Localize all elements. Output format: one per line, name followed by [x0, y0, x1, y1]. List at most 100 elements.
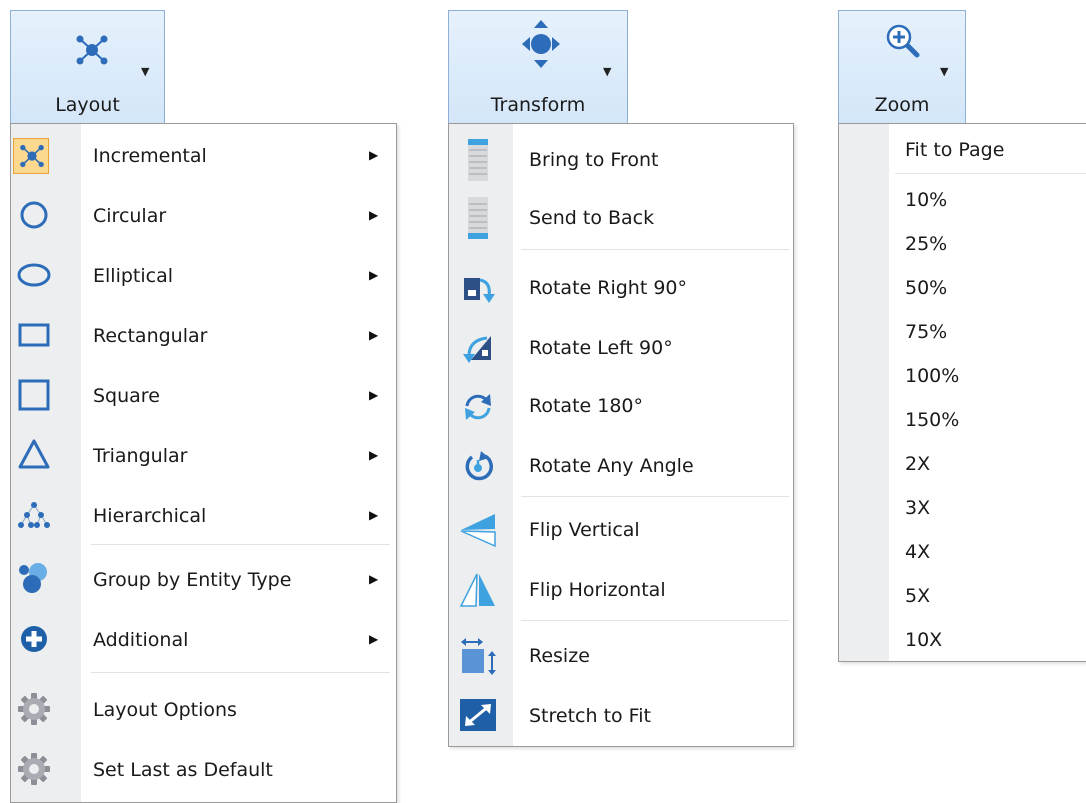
zoom-item-75-percent[interactable]: 75%	[839, 314, 1086, 354]
submenu-arrow-icon: ▶	[369, 268, 379, 282]
menu-item-resize[interactable]: Resize	[449, 634, 793, 678]
menu-item-square[interactable]: Square ▶	[11, 376, 396, 416]
menu-item-label: Flip Horizontal	[529, 579, 666, 601]
menu-item-rectangular[interactable]: Rectangular ▶	[11, 316, 396, 356]
rectangle-icon	[18, 323, 50, 347]
menu-item-label: Elliptical	[93, 265, 173, 287]
flip-horizontal-icon	[459, 573, 495, 607]
menu-separator	[895, 173, 1086, 174]
flip-vertical-icon	[460, 514, 496, 548]
submenu-arrow-icon: ▶	[369, 632, 379, 646]
menu-item-incremental[interactable]: Incremental ▶	[11, 136, 396, 176]
square-icon	[18, 379, 50, 411]
incremental-layout-icon	[20, 144, 44, 168]
menu-separator	[521, 249, 789, 250]
menu-item-layout-options[interactable]: Layout Options	[11, 690, 396, 730]
menu-separator	[91, 544, 390, 545]
group-icon	[19, 563, 47, 593]
plus-circle-icon	[21, 626, 47, 652]
menu-item-label: 2X	[905, 453, 931, 475]
menu-item-label: Resize	[529, 645, 590, 667]
menu-item-hierarchical[interactable]: Hierarchical ▶	[11, 496, 396, 536]
zoom-item-fit-to-page[interactable]: Fit to Page	[839, 130, 1086, 170]
menu-item-label: 10%	[905, 189, 948, 211]
dropdown-arrow-icon: ▼	[940, 65, 949, 78]
menu-item-send-to-back[interactable]: Send to Back	[449, 196, 793, 240]
zoom-item-10x[interactable]: 10X	[839, 622, 1086, 662]
zoom-item-5x[interactable]: 5X	[839, 578, 1086, 618]
layout-network-icon	[76, 35, 108, 65]
zoom-item-150-percent[interactable]: 150%	[839, 402, 1086, 442]
menu-item-triangular[interactable]: Triangular ▶	[11, 436, 396, 476]
menu-item-label: Incremental	[93, 145, 207, 167]
zoom-item-100-percent[interactable]: 100%	[839, 358, 1086, 398]
submenu-arrow-icon: ▶	[369, 328, 379, 342]
menu-item-label: Circular	[93, 205, 167, 227]
rotate-left-icon	[463, 336, 491, 363]
zoom-item-50-percent[interactable]: 50%	[839, 270, 1086, 310]
rotate-180-icon	[465, 394, 491, 420]
menu-item-label: 100%	[905, 365, 960, 387]
menu-item-stretch-to-fit[interactable]: Stretch to Fit	[449, 694, 793, 738]
layout-tab-button[interactable]: ▼ Layout	[10, 10, 165, 124]
menu-separator	[91, 672, 390, 673]
submenu-arrow-icon: ▶	[369, 148, 379, 162]
ellipse-icon	[17, 263, 51, 287]
menu-item-label: Hierarchical	[93, 505, 207, 527]
menu-item-rotate-left-90[interactable]: Rotate Left 90°	[449, 326, 793, 370]
menu-item-label: 10X	[905, 629, 943, 651]
menu-item-flip-vertical[interactable]: Flip Vertical	[449, 508, 793, 552]
menu-item-label: Stretch to Fit	[529, 705, 651, 727]
dropdown-arrow-icon: ▼	[141, 65, 150, 78]
resize-icon	[461, 638, 496, 675]
menu-item-label: Send to Back	[529, 207, 655, 229]
submenu-arrow-icon: ▶	[369, 388, 379, 402]
zoom-item-25-percent[interactable]: 25%	[839, 226, 1086, 266]
menu-separator	[521, 496, 789, 497]
menu-item-label: Rectangular	[93, 325, 208, 347]
submenu-arrow-icon: ▶	[369, 508, 379, 522]
menu-item-label: Flip Vertical	[529, 519, 640, 541]
circle-icon	[20, 201, 48, 229]
menu-item-circular[interactable]: Circular ▶	[11, 196, 396, 236]
zoom-item-10-percent[interactable]: 10%	[839, 182, 1086, 222]
menu-item-set-last-as-default[interactable]: Set Last as Default	[11, 750, 396, 790]
menu-item-label: Rotate Left 90°	[529, 337, 673, 359]
menu-item-rotate-any-angle[interactable]: Rotate Any Angle	[449, 444, 793, 488]
layout-tab-label: Layout	[55, 94, 120, 116]
bring-front-icon	[468, 139, 488, 181]
zoom-item-2x[interactable]: 2X	[839, 446, 1086, 486]
menu-item-rotate-180[interactable]: Rotate 180°	[449, 384, 793, 428]
menu-item-label: Rotate Any Angle	[529, 455, 694, 477]
zoom-item-3x[interactable]: 3X	[839, 490, 1086, 530]
layout-menu: Incremental ▶ Circular ▶ Elliptical ▶ Re…	[10, 123, 397, 803]
menu-item-group-by-entity-type[interactable]: Group by Entity Type ▶	[11, 560, 396, 600]
menu-item-label: 150%	[905, 409, 960, 431]
rotate-right-icon	[464, 278, 495, 303]
transform-tab-button[interactable]: ▼ Transform	[448, 10, 628, 124]
menu-item-label: Additional	[93, 629, 189, 651]
transform-menu: Bring to Front Send to Back Rotate Right…	[448, 123, 794, 747]
menu-item-label: Group by Entity Type	[93, 569, 292, 591]
menu-item-flip-horizontal[interactable]: Flip Horizontal	[449, 568, 793, 612]
zoom-tab-button[interactable]: ▼ Zoom	[838, 10, 966, 124]
menu-item-label: Layout Options	[93, 699, 237, 721]
menu-item-label: Rotate Right 90°	[529, 277, 687, 299]
menu-item-label: 75%	[905, 321, 948, 343]
hierarchy-icon	[18, 502, 50, 528]
menu-item-elliptical[interactable]: Elliptical ▶	[11, 256, 396, 296]
menu-item-label: Square	[93, 385, 160, 407]
zoom-item-4x[interactable]: 4X	[839, 534, 1086, 574]
gear-icon	[18, 753, 50, 785]
menu-item-additional[interactable]: Additional ▶	[11, 620, 396, 660]
gear-icon	[18, 693, 50, 725]
zoom-in-icon	[886, 24, 920, 58]
menu-item-rotate-right-90[interactable]: Rotate Right 90°	[449, 266, 793, 310]
stretch-icon	[460, 699, 496, 731]
menu-item-label: Fit to Page	[905, 139, 1005, 161]
rotate-any-icon	[465, 451, 493, 481]
menu-item-bring-to-front[interactable]: Bring to Front	[449, 138, 793, 182]
move-arrows-icon	[522, 20, 560, 68]
menu-item-label: Bring to Front	[529, 149, 659, 171]
submenu-arrow-icon: ▶	[369, 208, 379, 222]
